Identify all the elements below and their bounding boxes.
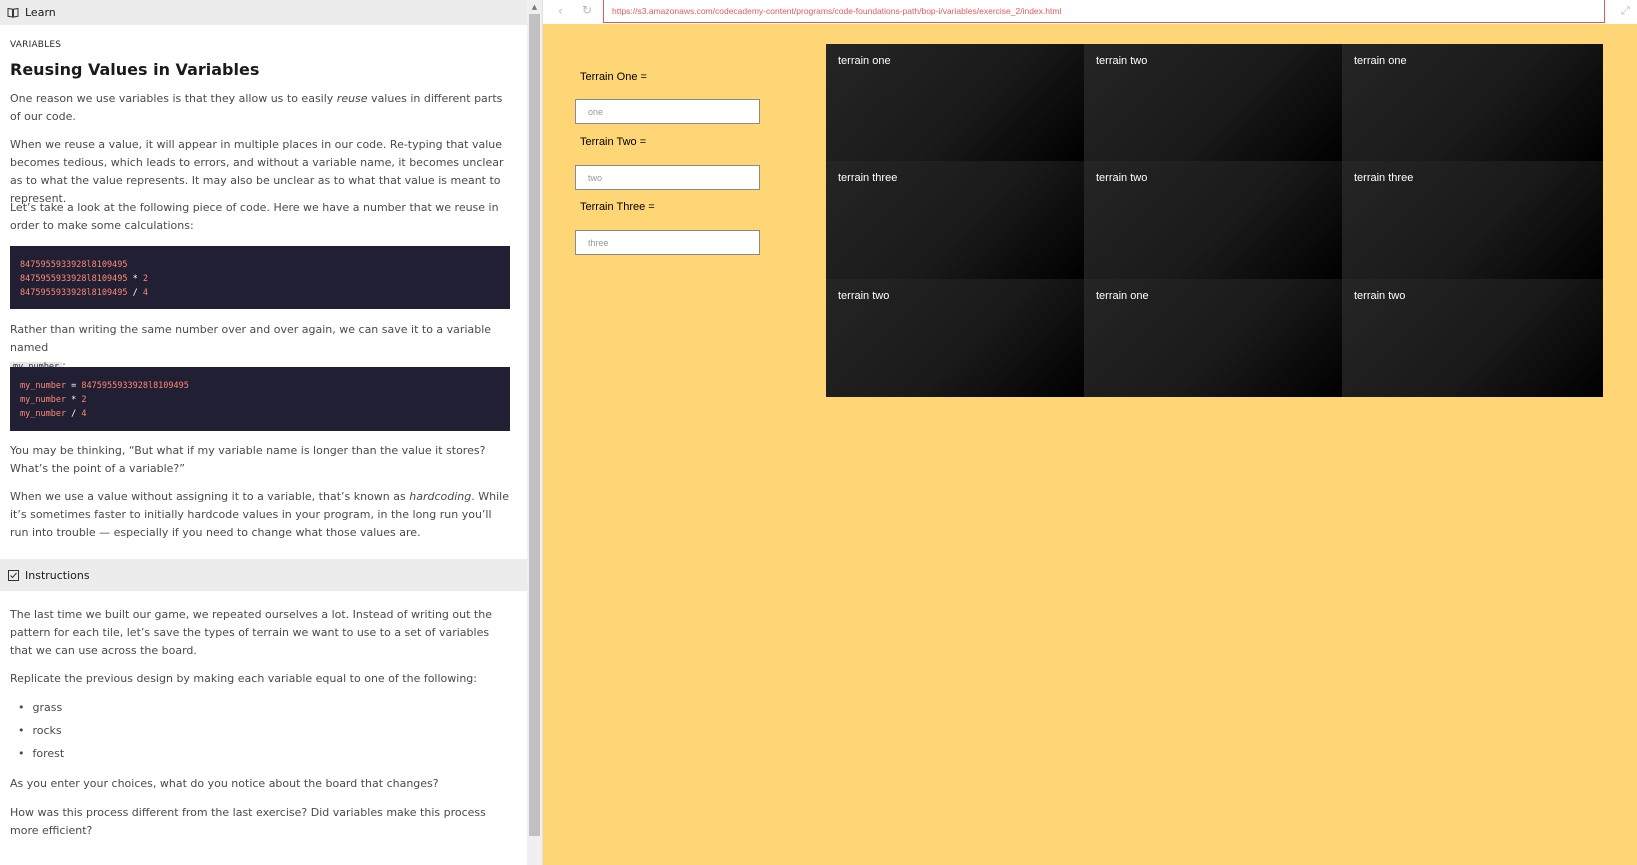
board-tile: terrain two	[1342, 279, 1603, 397]
board-tile: terrain two	[1084, 161, 1342, 279]
terrain-one-label: Terrain One =	[580, 71, 647, 83]
terrain-three-label: Terrain Three =	[580, 201, 655, 213]
checkbox-icon	[7, 569, 19, 581]
learn-header[interactable]: Learn	[0, 0, 527, 25]
terrain-one-input[interactable]: one	[575, 99, 760, 124]
terrain-two-label: Terrain Two =	[580, 136, 647, 148]
scroll-up-arrow-icon[interactable]: ▲	[527, 0, 542, 14]
lesson-paragraph: Let’s take a look at the following piece…	[10, 201, 499, 232]
instructions-header[interactable]: Instructions	[0, 559, 527, 591]
terrain-three-input[interactable]: three	[575, 230, 760, 255]
scrollbar-thumb[interactable]	[529, 14, 540, 836]
list-item: grass	[18, 699, 64, 722]
terrain-two-input[interactable]: two	[575, 165, 760, 190]
instructions-paragraph: How was this process different from the …	[10, 806, 486, 837]
list-item: forest	[18, 745, 65, 768]
board-tile: terrain three	[826, 161, 1084, 279]
game-board: terrain one terrain two terrain one terr…	[826, 44, 1603, 397]
back-icon[interactable]: ‹	[558, 4, 563, 18]
lesson-paragraph: One reason we use variables is that they…	[10, 92, 503, 123]
learn-panel: Learn VARIABLES Reusing Values in Variab…	[0, 0, 527, 865]
board-tile: terrain one	[1342, 44, 1603, 161]
instructions-paragraph: As you enter your choices, what do you n…	[10, 777, 439, 790]
reload-icon[interactable]: ↻	[582, 3, 592, 17]
book-icon	[7, 7, 19, 19]
lesson-paragraph: When we reuse a value, it will appear in…	[10, 138, 504, 205]
browser-toolbar: ‹ ↻ https://s3.amazonaws.com/codecademy-…	[543, 0, 1637, 24]
instructions-paragraph: Replicate the previous design by making …	[10, 672, 477, 685]
preview-panel: ‹ ↻ https://s3.amazonaws.com/codecademy-…	[543, 0, 1637, 865]
lesson-paragraph: When we use a value without assigning it…	[10, 490, 509, 539]
instructions-header-label: Instructions	[25, 568, 90, 582]
board-tile: terrain one	[1084, 279, 1342, 397]
code-block: my_number = 8475955933928l8109495 my_num…	[10, 367, 510, 431]
lesson-paragraph: You may be thinking, “But what if my var…	[10, 444, 486, 475]
code-block: 8475955933928l8109495 8475955933928l8109…	[10, 246, 510, 309]
list-item: rocks	[18, 722, 64, 745]
expand-icon[interactable]: ⤢	[1621, 4, 1630, 18]
board-tile: terrain two	[826, 279, 1084, 397]
board-tile: terrain three	[1342, 161, 1603, 279]
terrain-options-list: grass rocks forest	[18, 699, 65, 768]
url-text: https://s3.amazonaws.com/codecademy-cont…	[612, 6, 1062, 16]
board-tile: terrain two	[1084, 44, 1342, 161]
url-bar[interactable]: https://s3.amazonaws.com/codecademy-cont…	[603, 0, 1605, 23]
learn-header-label: Learn	[25, 6, 56, 19]
board-tile: terrain one	[826, 44, 1084, 161]
lesson-eyebrow: VARIABLES	[10, 40, 62, 50]
instructions-paragraph: The last time we built our game, we repe…	[10, 608, 492, 657]
lesson-title: Reusing Values in Variables	[10, 60, 260, 79]
